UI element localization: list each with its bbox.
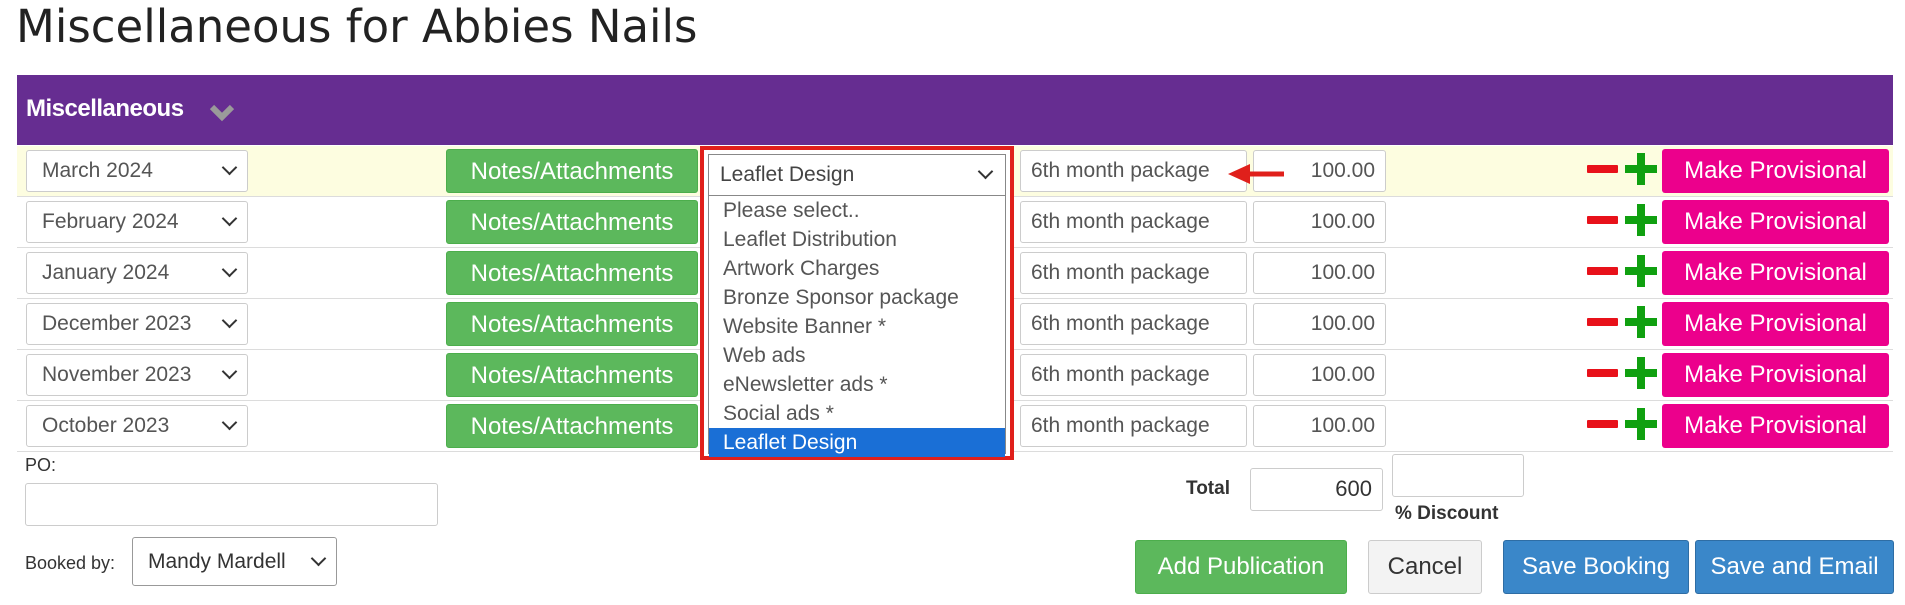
notes-attachments-button[interactable]: Notes/Attachments — [446, 404, 698, 448]
description-input[interactable]: 6th month package — [1020, 150, 1247, 192]
save-booking-button[interactable]: Save Booking — [1503, 540, 1689, 594]
booking-type-select[interactable]: Leaflet Design — [708, 154, 1006, 196]
chevron-down-icon — [221, 210, 238, 227]
chevron-down-icon — [221, 312, 238, 329]
notes-attachments-button[interactable]: Notes/Attachments — [446, 200, 698, 244]
description-input[interactable]: 6th month package — [1020, 252, 1247, 294]
plus-icon[interactable] — [1625, 357, 1657, 389]
month-select[interactable]: December 2023 — [26, 303, 248, 345]
month-value: December 2023 — [42, 312, 192, 335]
notes-attachments-button[interactable]: Notes/Attachments — [446, 251, 698, 295]
panel-title: Miscellaneous — [26, 95, 184, 122]
month-select[interactable]: March 2024 — [26, 150, 248, 192]
add-publication-button[interactable]: Add Publication — [1135, 540, 1347, 594]
month-select[interactable]: January 2024 — [26, 252, 248, 294]
page-title: Miscellaneous for Abbies Nails — [16, 0, 698, 53]
chevron-down-icon[interactable] — [209, 102, 235, 122]
month-value: February 2024 — [42, 210, 179, 233]
make-provisional-button[interactable]: Make Provisional — [1662, 404, 1889, 448]
dropdown-option[interactable]: Please select.. — [709, 196, 1005, 225]
booking-type-dropdown[interactable]: Leaflet Design Please select.. Leaflet D… — [700, 146, 1014, 460]
amount-input[interactable]: 100.00 — [1253, 201, 1386, 243]
dropdown-option[interactable]: Artwork Charges — [709, 254, 1005, 283]
month-select[interactable]: October 2023 — [26, 405, 248, 447]
dropdown-option-selected[interactable]: Leaflet Design — [709, 428, 1005, 457]
chevron-down-icon — [221, 363, 238, 380]
amount-input[interactable]: 100.00 — [1253, 252, 1386, 294]
month-value: January 2024 — [42, 261, 170, 284]
booked-by-select[interactable]: Mandy Mardell — [132, 537, 337, 586]
amount-input[interactable]: 100.00 — [1253, 303, 1386, 345]
amount-input[interactable]: 100.00 — [1253, 405, 1386, 447]
month-value: November 2023 — [42, 363, 192, 386]
plus-icon[interactable] — [1625, 255, 1657, 287]
total-input[interactable]: 600 — [1250, 468, 1383, 511]
month-select[interactable]: November 2023 — [26, 354, 248, 396]
discount-label: % Discount — [1395, 503, 1499, 524]
total-label: Total — [1186, 478, 1230, 499]
amount-input[interactable]: 100.00 — [1253, 354, 1386, 396]
minus-icon[interactable] — [1587, 165, 1618, 173]
description-input[interactable]: 6th month package — [1020, 354, 1247, 396]
plus-icon[interactable] — [1625, 153, 1657, 185]
make-provisional-button[interactable]: Make Provisional — [1662, 251, 1889, 295]
chevron-down-icon — [221, 414, 238, 431]
month-value: October 2023 — [42, 414, 170, 437]
notes-attachments-button[interactable]: Notes/Attachments — [446, 353, 698, 397]
description-input[interactable]: 6th month package — [1020, 201, 1247, 243]
cancel-button[interactable]: Cancel — [1368, 540, 1482, 594]
make-provisional-button[interactable]: Make Provisional — [1662, 353, 1889, 397]
description-input[interactable]: 6th month package — [1020, 303, 1247, 345]
description-input[interactable]: 6th month package — [1020, 405, 1247, 447]
month-select[interactable]: February 2024 — [26, 201, 248, 243]
dropdown-option[interactable]: eNewsletter ads * — [709, 370, 1005, 399]
booked-by-label: Booked by: — [25, 553, 116, 573]
discount-input[interactable] — [1392, 454, 1524, 497]
chevron-down-icon — [221, 261, 238, 278]
save-and-email-button[interactable]: Save and Email — [1695, 540, 1894, 594]
month-value: March 2024 — [42, 159, 153, 182]
notes-attachments-button[interactable]: Notes/Attachments — [446, 302, 698, 346]
notes-attachments-button[interactable]: Notes/Attachments — [446, 149, 698, 193]
make-provisional-button[interactable]: Make Provisional — [1662, 149, 1889, 193]
plus-icon[interactable] — [1625, 204, 1657, 236]
panel-header[interactable]: Miscellaneous — [17, 75, 1893, 145]
plus-icon[interactable] — [1625, 306, 1657, 338]
dropdown-option[interactable]: Website Banner * — [709, 312, 1005, 341]
arrow-left-icon — [1228, 164, 1284, 184]
dropdown-option[interactable]: Leaflet Distribution — [709, 225, 1005, 254]
minus-icon[interactable] — [1587, 267, 1618, 275]
minus-icon[interactable] — [1587, 369, 1618, 377]
dropdown-options-list: Please select.. Leaflet Distribution Art… — [708, 196, 1006, 457]
booked-by-value: Mandy Mardell — [148, 550, 286, 573]
minus-icon[interactable] — [1587, 420, 1618, 428]
plus-icon[interactable] — [1625, 408, 1657, 440]
po-input[interactable] — [25, 483, 438, 526]
chevron-down-icon — [221, 159, 238, 176]
dropdown-option[interactable]: Bronze Sponsor package — [709, 283, 1005, 312]
dropdown-option[interactable]: Web ads — [709, 341, 1005, 370]
chevron-down-icon — [977, 163, 994, 180]
chevron-down-icon — [310, 550, 327, 567]
minus-icon[interactable] — [1587, 318, 1618, 326]
booking-type-selected: Leaflet Design — [720, 163, 855, 186]
make-provisional-button[interactable]: Make Provisional — [1662, 200, 1889, 244]
dropdown-option[interactable]: Social ads * — [709, 399, 1005, 428]
make-provisional-button[interactable]: Make Provisional — [1662, 302, 1889, 346]
minus-icon[interactable] — [1587, 216, 1618, 224]
po-label: PO: — [25, 455, 57, 475]
